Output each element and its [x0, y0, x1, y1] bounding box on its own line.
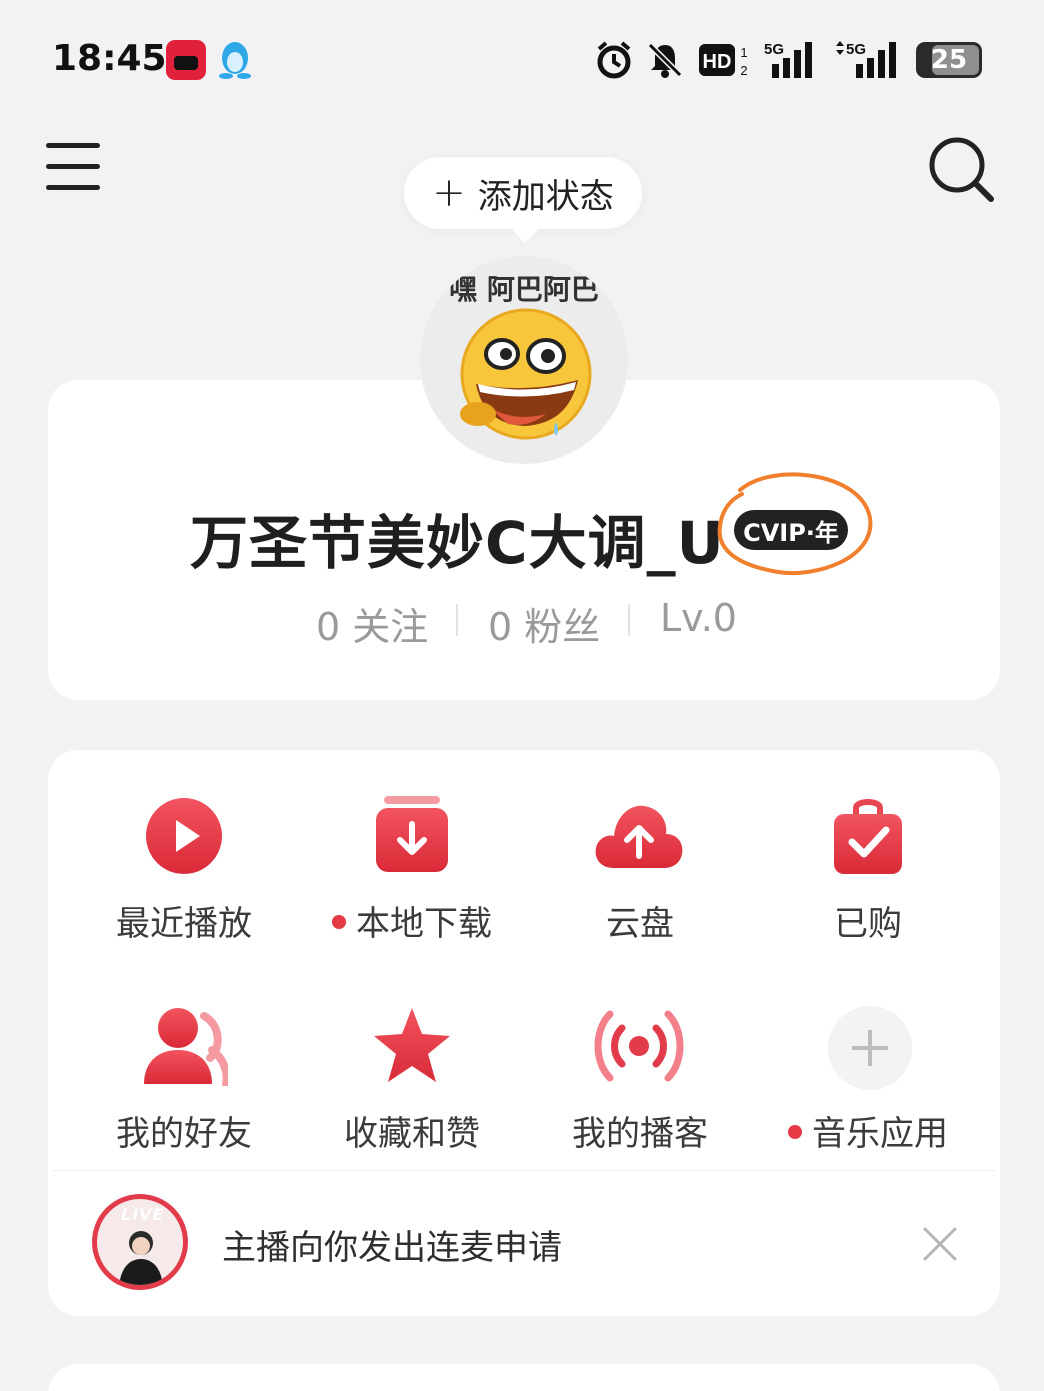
- add-status-label: 添加状态: [477, 176, 614, 217]
- svg-text:2: 2: [740, 63, 747, 78]
- svg-text:5G: 5G: [846, 41, 866, 58]
- annotation-circle: [717, 472, 873, 575]
- grid-label: 音乐应用: [754, 1106, 982, 1155]
- grid-label: 已购: [834, 904, 902, 944]
- user-level[interactable]: Lv.0: [660, 596, 737, 640]
- hd-volte-icon: HD 1 2: [699, 44, 748, 78]
- next-section-card: [48, 1364, 1000, 1391]
- grid-label: 云盘: [606, 904, 674, 944]
- battery-indicator: 25: [916, 42, 982, 78]
- grid-label: 本地下载: [298, 896, 526, 945]
- grid-label: 我的好友: [116, 1114, 252, 1154]
- avatar[interactable]: 嘿 阿巴阿巴: [420, 256, 628, 464]
- live-invite-text: 主播向你发出连麦申请: [222, 1228, 562, 1268]
- grid-label: 收藏和赞: [344, 1114, 480, 1154]
- grid-label: 最近播放: [116, 904, 252, 944]
- close-icon[interactable]: [922, 1226, 958, 1262]
- search-icon[interactable]: [926, 134, 996, 204]
- svg-text:1: 1: [740, 45, 747, 60]
- tmall-app-icon: [166, 40, 206, 80]
- live-badge: LIVE: [121, 1205, 165, 1224]
- alarm-icon: [597, 41, 631, 79]
- avatar-caption: 嘿 阿巴阿巴: [449, 273, 599, 306]
- grid-item-recent-play[interactable]: 最近播放: [70, 796, 298, 966]
- streamer-avatar[interactable]: LIVE: [92, 1194, 188, 1290]
- live-invite-banner[interactable]: LIVE 主播向你发出连麦申请: [48, 1172, 1000, 1316]
- grid-item-local-download[interactable]: 本地下载: [298, 796, 526, 966]
- menu-button[interactable]: [46, 143, 100, 191]
- grid-item-my-friends[interactable]: 我的好友: [70, 1006, 298, 1176]
- divider: [456, 604, 458, 636]
- bell-muted-icon: [647, 42, 683, 78]
- cloud-upload-icon: [595, 805, 683, 868]
- signal-5g-sim2-icon: 5G: [836, 41, 896, 78]
- plus-icon: +: [432, 170, 466, 216]
- shopping-bag-icon: [834, 799, 902, 874]
- status-bar: 18:45 HD 1 2 5G 5G 25: [0, 0, 1044, 120]
- notification-dot: [332, 914, 346, 929]
- grid-item-music-apps[interactable]: 音乐应用: [754, 1006, 982, 1176]
- add-status-button[interactable]: + 添加状态: [404, 157, 642, 229]
- hamburger-line: [46, 164, 100, 169]
- notification-dot: [788, 1124, 802, 1139]
- username[interactable]: 万圣节美妙C大调_U: [190, 496, 725, 580]
- fans-count[interactable]: 0 粉丝: [488, 596, 600, 651]
- streamer-photo: [119, 1231, 163, 1285]
- grid-label: 我的播客: [572, 1114, 708, 1154]
- hamburger-line: [46, 143, 100, 148]
- follow-count[interactable]: 0 关注: [316, 596, 428, 651]
- podcast-icon: [594, 1010, 684, 1082]
- signal-5g-sim1-icon: 5G: [764, 41, 812, 78]
- divider: [628, 604, 630, 636]
- qq-penguin-icon: [219, 42, 251, 79]
- status-indicators: HD 1 2 5G 5G 25: [596, 38, 982, 82]
- battery-level: 25: [930, 45, 968, 75]
- divider: [52, 1170, 996, 1171]
- grid-item-cloud-drive[interactable]: 云盘: [526, 796, 754, 966]
- grid-item-my-podcast[interactable]: 我的播客: [526, 1006, 754, 1176]
- svg-text:HD: HD: [703, 51, 732, 73]
- svg-text:5G: 5G: [764, 41, 784, 58]
- username-row: 万圣节美妙C大调_U CVIP·年: [0, 496, 1044, 577]
- friends-icon: [144, 1008, 228, 1086]
- status-time: 18:45: [52, 38, 167, 79]
- download-icon: [376, 796, 448, 872]
- feature-grid-card: 最近播放 本地下载 云盘 已购 我的好友 收藏和赞 我的播客 音乐应用 LIVE…: [48, 750, 1000, 1316]
- stats-row: 0 关注 0 粉丝 Lv.0: [0, 596, 1044, 649]
- add-icon: [828, 1006, 912, 1090]
- grid-item-purchased[interactable]: 已购: [754, 796, 982, 966]
- grid-item-favorites[interactable]: 收藏和赞: [298, 1006, 526, 1176]
- grinning-emoji-icon: [460, 308, 592, 440]
- star-icon: [374, 1008, 450, 1082]
- play-icon: [146, 798, 222, 874]
- hamburger-line: [46, 185, 100, 190]
